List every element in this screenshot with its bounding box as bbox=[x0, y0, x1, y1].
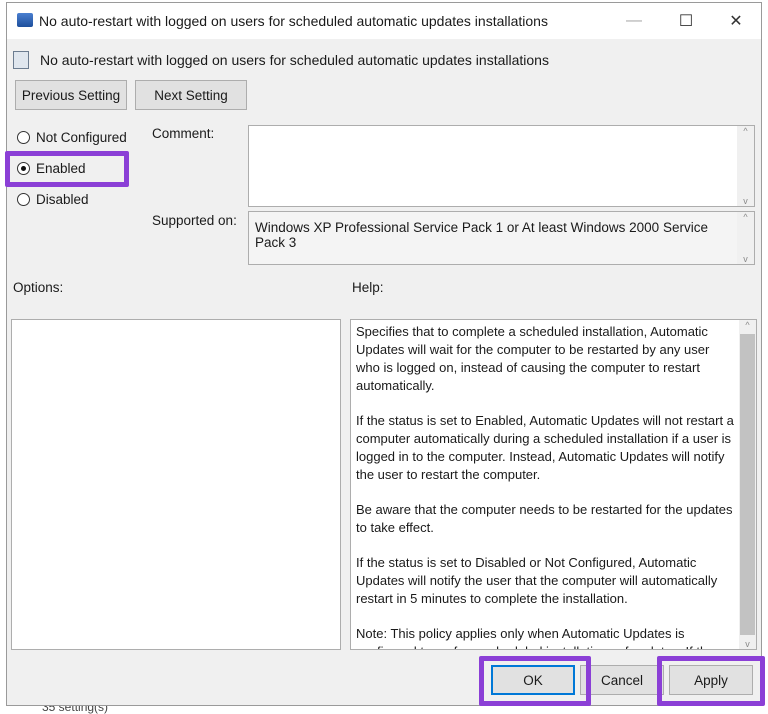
help-paragraph: Specifies that to complete a scheduled i… bbox=[356, 324, 710, 393]
maximize-button[interactable]: ☐ bbox=[663, 3, 709, 39]
radio-not-configured[interactable]: Not Configured bbox=[17, 130, 127, 145]
previous-setting-button[interactable]: Previous Setting bbox=[15, 80, 127, 110]
help-panel: Specifies that to complete a scheduled i… bbox=[350, 319, 757, 650]
highlight-apply bbox=[657, 656, 765, 706]
policy-name: No auto-restart with logged on users for… bbox=[40, 52, 549, 68]
help-paragraph: If the status is set to Disabled or Not … bbox=[356, 555, 718, 606]
comment-scrollbar[interactable]: ^ v bbox=[737, 126, 754, 206]
radio-label: Not Configured bbox=[36, 130, 127, 145]
next-setting-button[interactable]: Next Setting bbox=[135, 80, 247, 110]
radio-circle bbox=[17, 193, 30, 206]
help-scrollbar[interactable]: ^ v bbox=[739, 320, 756, 649]
options-panel bbox=[11, 319, 341, 650]
title-bar: No auto-restart with logged on users for… bbox=[7, 3, 761, 39]
minimize-button[interactable]: — bbox=[611, 3, 657, 39]
close-button[interactable]: ✕ bbox=[713, 3, 759, 39]
help-label: Help: bbox=[352, 280, 384, 295]
highlight-ok bbox=[479, 656, 591, 706]
radio-disabled[interactable]: Disabled bbox=[17, 192, 89, 207]
policy-setting-icon bbox=[13, 51, 29, 69]
supported-value: Windows XP Professional Service Pack 1 o… bbox=[255, 220, 708, 250]
supported-label: Supported on: bbox=[152, 213, 237, 228]
help-paragraph: Note: This policy applies only when Auto… bbox=[356, 626, 714, 649]
window-title: No auto-restart with logged on users for… bbox=[39, 13, 548, 29]
help-paragraph: If the status is set to Enabled, Automat… bbox=[356, 413, 734, 482]
help-paragraph: Be aware that the computer needs to be r… bbox=[356, 502, 733, 535]
policy-app-icon bbox=[17, 13, 33, 27]
cancel-button[interactable]: Cancel bbox=[580, 665, 664, 695]
radio-circle bbox=[17, 131, 30, 144]
supported-on-field: Windows XP Professional Service Pack 1 o… bbox=[248, 211, 755, 265]
policy-dialog: No auto-restart with logged on users for… bbox=[5, 2, 765, 706]
supported-scrollbar[interactable]: ^ v bbox=[737, 212, 754, 264]
comment-label: Comment: bbox=[152, 126, 215, 141]
radio-label: Disabled bbox=[36, 192, 89, 207]
comment-input[interactable]: ^ v bbox=[248, 125, 755, 207]
highlight-enabled bbox=[5, 151, 129, 187]
options-label: Options: bbox=[13, 280, 64, 295]
